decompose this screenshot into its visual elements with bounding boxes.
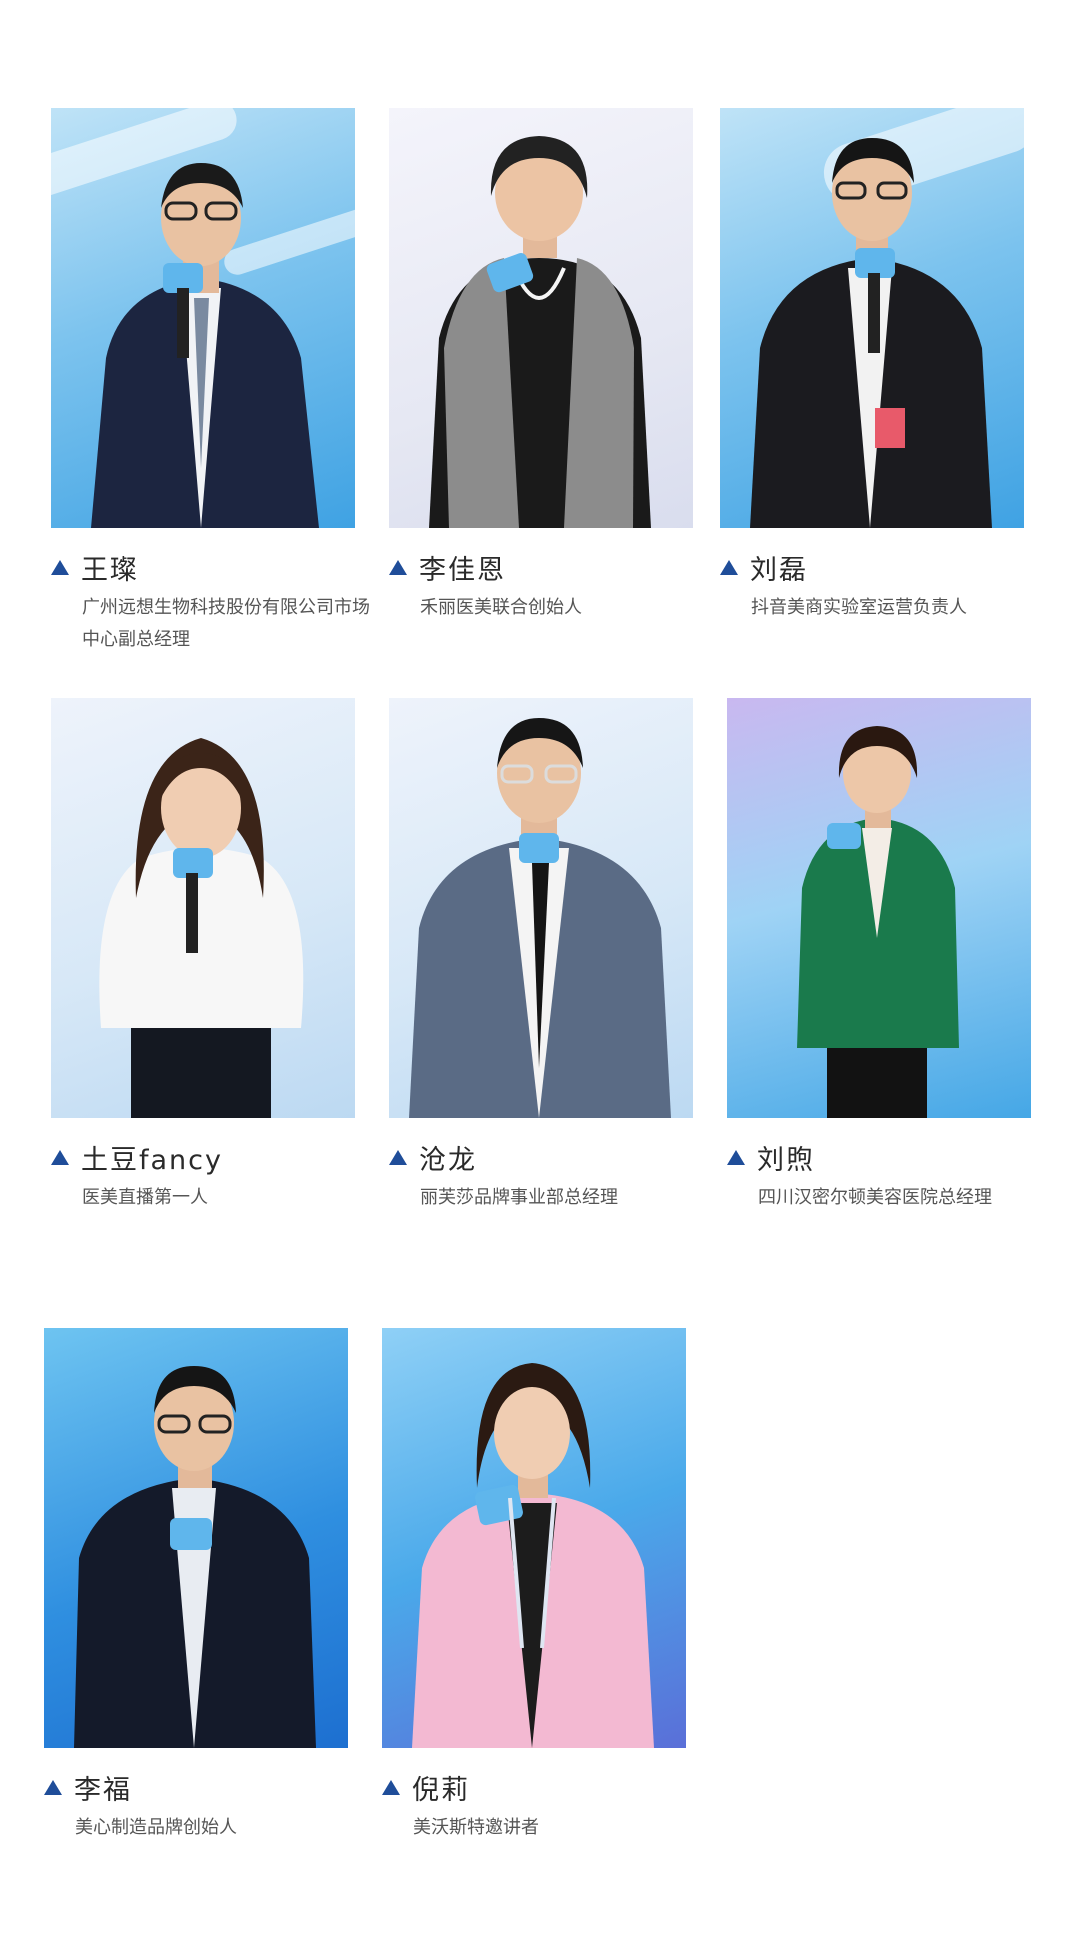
triangle-marker-icon <box>389 1149 407 1165</box>
speaker-figure <box>409 718 671 1118</box>
speaker-card: 李福 美心制造品牌创始人 <box>44 1328 348 1844</box>
speaker-title: 医美直播第一人 <box>82 1187 208 1208</box>
triangle-marker-icon <box>389 559 407 575</box>
speaker-name: 倪莉 <box>412 1774 470 1806</box>
triangle-marker-icon <box>51 559 69 575</box>
speaker-photo <box>389 108 693 528</box>
speaker-card: 倪莉 美沃斯特邀讲者 <box>382 1328 686 1844</box>
speaker-photo <box>389 698 693 1118</box>
speaker-title: 丽芙莎品牌事业部总经理 <box>420 1187 618 1208</box>
speaker-figure <box>750 138 992 528</box>
speaker-photo <box>382 1328 686 1748</box>
speaker-photo <box>720 108 1024 528</box>
speaker-figure <box>99 738 304 1118</box>
speaker-figure <box>412 1363 654 1748</box>
triangle-marker-icon <box>382 1779 400 1795</box>
speaker-title: 禾丽医美联合创始人 <box>420 597 582 618</box>
speaker-title: 美心制造品牌创始人 <box>75 1817 237 1838</box>
speaker-figure <box>797 726 959 1118</box>
triangle-marker-icon <box>727 1149 745 1165</box>
speaker-figure <box>74 1366 316 1748</box>
speaker-photo <box>51 108 355 528</box>
speaker-photo <box>51 698 355 1118</box>
speaker-name: 李佳恩 <box>419 554 506 586</box>
speaker-figure <box>429 136 651 528</box>
speaker-name: 王璨 <box>81 554 139 586</box>
speaker-name: 土豆fancy <box>81 1144 223 1176</box>
speaker-photo <box>727 698 1031 1118</box>
speaker-title: 抖音美商实验室运营负责人 <box>751 597 967 618</box>
triangle-marker-icon <box>51 1149 69 1165</box>
speaker-title: 美沃斯特邀讲者 <box>413 1817 539 1838</box>
speaker-name: 沧龙 <box>419 1144 477 1176</box>
speaker-name: 刘磊 <box>750 554 808 586</box>
triangle-marker-icon <box>44 1779 62 1795</box>
triangle-marker-icon <box>720 559 738 575</box>
speaker-name: 李福 <box>74 1774 132 1806</box>
speaker-card: 王璨 广州远想生物科技股份有限公司市场中心副总经理 <box>51 108 370 656</box>
speaker-name: 刘煦 <box>757 1144 815 1176</box>
speaker-photo <box>44 1328 348 1748</box>
speaker-card: 李佳恩 禾丽医美联合创始人 <box>389 108 693 624</box>
speaker-title: 广州远想生物科技股份有限公司市场中心副总经理 <box>82 597 370 650</box>
speaker-card: 刘磊 抖音美商实验室运营负责人 <box>720 108 1024 624</box>
speaker-card: 土豆fancy 医美直播第一人 <box>51 698 355 1214</box>
speaker-title: 四川汉密尔顿美容医院总经理 <box>758 1187 992 1208</box>
speaker-card: 沧龙 丽芙莎品牌事业部总经理 <box>389 698 693 1214</box>
speaker-card: 刘煦 四川汉密尔顿美容医院总经理 <box>727 698 1031 1214</box>
speaker-figure <box>91 163 319 528</box>
